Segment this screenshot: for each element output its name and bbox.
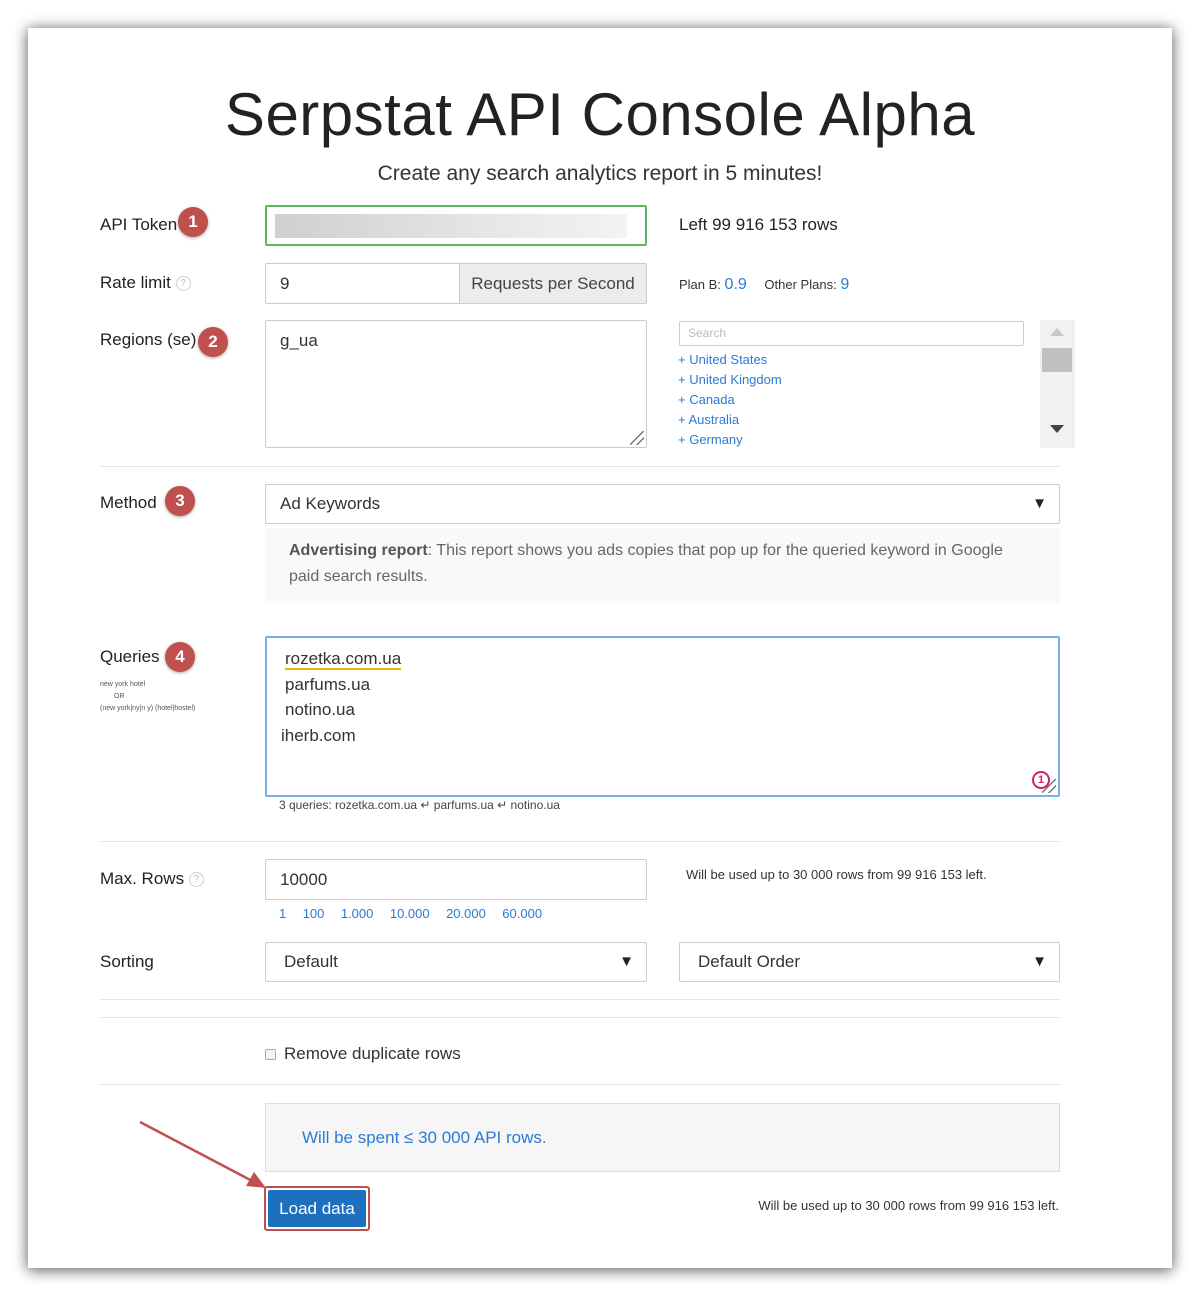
annotation-arrow-line [139,1120,259,1186]
annotation-arrow-icon [139,1120,266,1188]
